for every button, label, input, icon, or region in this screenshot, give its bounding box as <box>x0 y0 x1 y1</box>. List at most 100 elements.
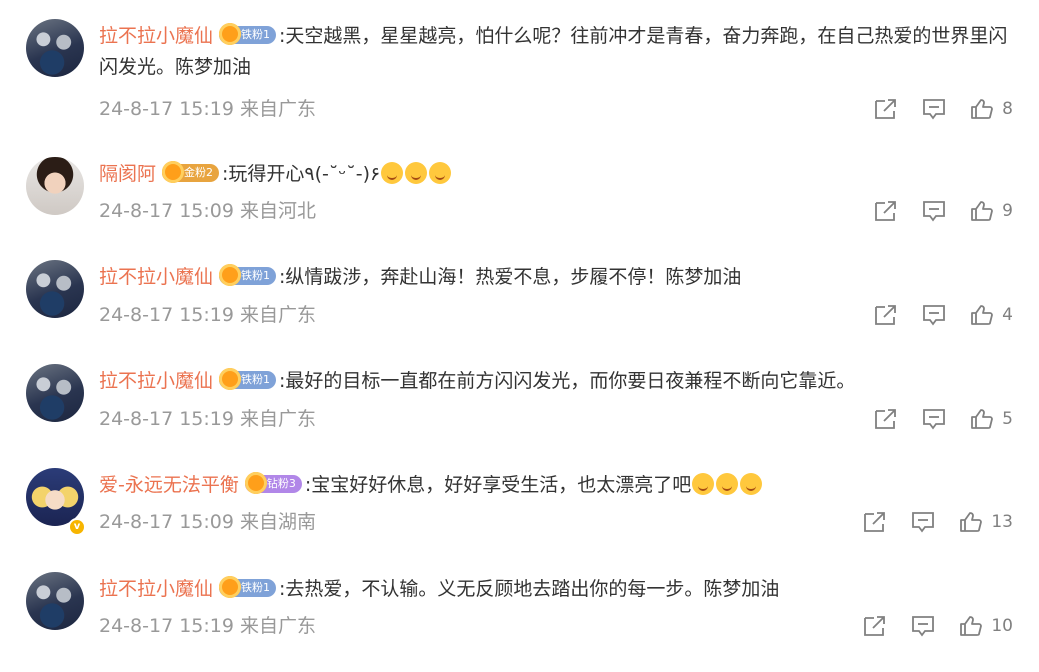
comment-actions: 10 <box>839 614 1013 638</box>
reply-button[interactable] <box>922 98 946 120</box>
reply-button[interactable] <box>922 408 946 430</box>
like-icon <box>971 201 994 221</box>
reply-button[interactable] <box>911 615 935 637</box>
comment-location: 来自广东 <box>240 98 317 120</box>
comment-time: 24-8-17 15:19 <box>99 304 234 326</box>
heart-eyes-emoji-icon <box>740 472 763 495</box>
share-button[interactable] <box>863 511 887 533</box>
fan-badge-label: 钻粉3 <box>266 477 296 490</box>
fan-crest-icon <box>219 368 242 390</box>
comment-time: 24-8-17 15:19 <box>99 98 234 120</box>
like-count: 8 <box>1002 99 1013 119</box>
share-button[interactable] <box>863 615 887 637</box>
comment-text: :玩得开心٩(-˘ᵕ˘-)۶ <box>222 163 381 185</box>
comment-icon <box>923 409 946 430</box>
like-icon <box>971 305 994 325</box>
comment-body: 拉不拉小魔仙 铁粉1:天空越黑，星星越亮，怕什么呢？往前冲才是青春，奋力奔跑，在自… <box>99 21 1009 83</box>
comment-time: 24-8-17 15:09 <box>99 511 234 533</box>
share-button[interactable] <box>874 408 898 430</box>
like-count: 13 <box>991 512 1013 532</box>
username-link[interactable]: 隔阂阿 <box>99 163 156 185</box>
avatar[interactable] <box>26 157 84 215</box>
like-icon <box>960 512 983 532</box>
like-icon <box>960 616 983 636</box>
reply-button[interactable] <box>922 304 946 326</box>
like-count: 4 <box>1002 305 1013 325</box>
comment-meta: 24-8-17 15:19 来自广东 <box>99 303 316 327</box>
comment-meta: 24-8-17 15:09 来自湖南 <box>99 510 316 534</box>
avatar[interactable] <box>26 572 84 630</box>
share-button[interactable] <box>874 304 898 326</box>
like-button[interactable]: 10 <box>959 615 1013 637</box>
like-icon <box>971 99 994 119</box>
fan-badge[interactable]: 铁粉1 <box>219 23 277 45</box>
share-icon <box>864 512 886 532</box>
hug-emoji-icon <box>429 161 452 184</box>
like-button[interactable]: 8 <box>970 98 1013 120</box>
fan-badge-label: 铁粉1 <box>241 28 271 41</box>
comment-time: 24-8-17 15:19 <box>99 408 234 430</box>
fan-badge[interactable]: 铁粉1 <box>219 576 277 598</box>
fan-crest-icon <box>219 23 242 45</box>
username-link[interactable]: 拉不拉小魔仙 <box>99 578 213 600</box>
comment-text: :去热爱，不认输。义无反顾地去踏出你的每一步。陈梦加油 <box>279 578 780 600</box>
comment-text: :宝宝好好休息，好好享受生活，也太漂亮了吧 <box>304 474 692 496</box>
fan-crest-icon <box>219 264 242 286</box>
share-button[interactable] <box>874 98 898 120</box>
comment-body: 爱-永远无法平衡 钻粉3 :宝宝好好休息，好好享受生活，也太漂亮了吧 <box>99 470 1009 501</box>
comment-body: 隔阂阿 金粉2 :玩得开心٩(-˘ᵕ˘-)۶ <box>99 159 1009 190</box>
share-icon <box>864 616 886 636</box>
comment-actions: 9 <box>850 199 1013 223</box>
share-button[interactable] <box>874 200 898 222</box>
fan-badge[interactable]: 铁粉1 <box>219 264 277 286</box>
comment-location: 来自广东 <box>240 408 317 430</box>
comment-item: 拉不拉小魔仙 铁粉1:最好的目标一直都在前方闪闪发光，而你要日夜兼程不断向它靠近。… <box>0 364 1039 464</box>
fan-badge-label: 金粉2 <box>184 166 214 179</box>
avatar[interactable] <box>26 364 84 422</box>
heart-eyes-emoji-icon <box>716 472 739 495</box>
comment-actions: 5 <box>850 407 1013 431</box>
comment-item: v 爱-永远无法平衡 钻粉3:宝宝好好休息，好好享受生活，也太漂亮了吧 24-8-… <box>0 468 1039 568</box>
comment-actions: 4 <box>850 303 1013 327</box>
comment-icon <box>912 512 935 533</box>
like-button[interactable]: 5 <box>970 408 1013 430</box>
like-button[interactable]: 4 <box>970 304 1013 326</box>
comment-icon <box>923 305 946 326</box>
like-count: 9 <box>1002 201 1013 221</box>
comment-time: 24-8-17 15:19 <box>99 615 234 637</box>
comment-item: 拉不拉小魔仙 铁粉1:纵情跋涉，奔赴山海！热爱不息，步履不停！陈梦加油 24-8-… <box>0 260 1039 360</box>
avatar[interactable] <box>26 19 84 77</box>
username-link[interactable]: 爱-永远无法平衡 <box>99 474 239 496</box>
reply-button[interactable] <box>911 511 935 533</box>
comment-meta: 24-8-17 15:19 来自广东 <box>99 407 316 431</box>
share-icon <box>875 409 897 429</box>
fan-badge[interactable]: 金粉2 <box>162 161 220 183</box>
fan-badge-label: 铁粉1 <box>241 581 271 594</box>
comment-actions: 8 <box>850 97 1013 121</box>
fan-badge-label: 铁粉1 <box>241 373 271 386</box>
avatar[interactable] <box>26 260 84 318</box>
comment-icon <box>923 201 946 222</box>
fan-crest-icon <box>162 161 185 183</box>
reply-button[interactable] <box>922 200 946 222</box>
username-link[interactable]: 拉不拉小魔仙 <box>99 25 213 47</box>
like-button[interactable]: 13 <box>959 511 1013 533</box>
comment-item: 拉不拉小魔仙 铁粉1:天空越黑，星星越亮，怕什么呢？往前冲才是青春，奋力奔跑，在自… <box>0 19 1039 121</box>
like-icon <box>971 409 994 429</box>
share-icon <box>875 201 897 221</box>
comment-meta: 24-8-17 15:19 来自广东 <box>99 614 316 638</box>
like-button[interactable]: 9 <box>970 200 1013 222</box>
fan-crest-icon <box>219 576 242 598</box>
username-link[interactable]: 拉不拉小魔仙 <box>99 370 213 392</box>
fan-badge[interactable]: 铁粉1 <box>219 368 277 390</box>
hug-emoji-icon <box>405 161 428 184</box>
comment-location: 来自广东 <box>240 615 317 637</box>
comment-item: 拉不拉小魔仙 铁粉1 :去热爱，不认输。义无反顾地去踏出你的每一步。陈梦加油 24-… <box>0 572 1039 672</box>
fan-badge-label: 铁粉1 <box>241 269 271 282</box>
comment-location: 来自湖南 <box>240 511 317 533</box>
hug-emoji-icon <box>381 161 404 184</box>
comment-icon <box>923 99 946 120</box>
username-link[interactable]: 拉不拉小魔仙 <box>99 266 213 288</box>
fan-badge[interactable]: 钻粉3 <box>244 472 302 494</box>
comment-body: 拉不拉小魔仙 铁粉1:最好的目标一直都在前方闪闪发光，而你要日夜兼程不断向它靠近。 <box>99 366 1009 397</box>
